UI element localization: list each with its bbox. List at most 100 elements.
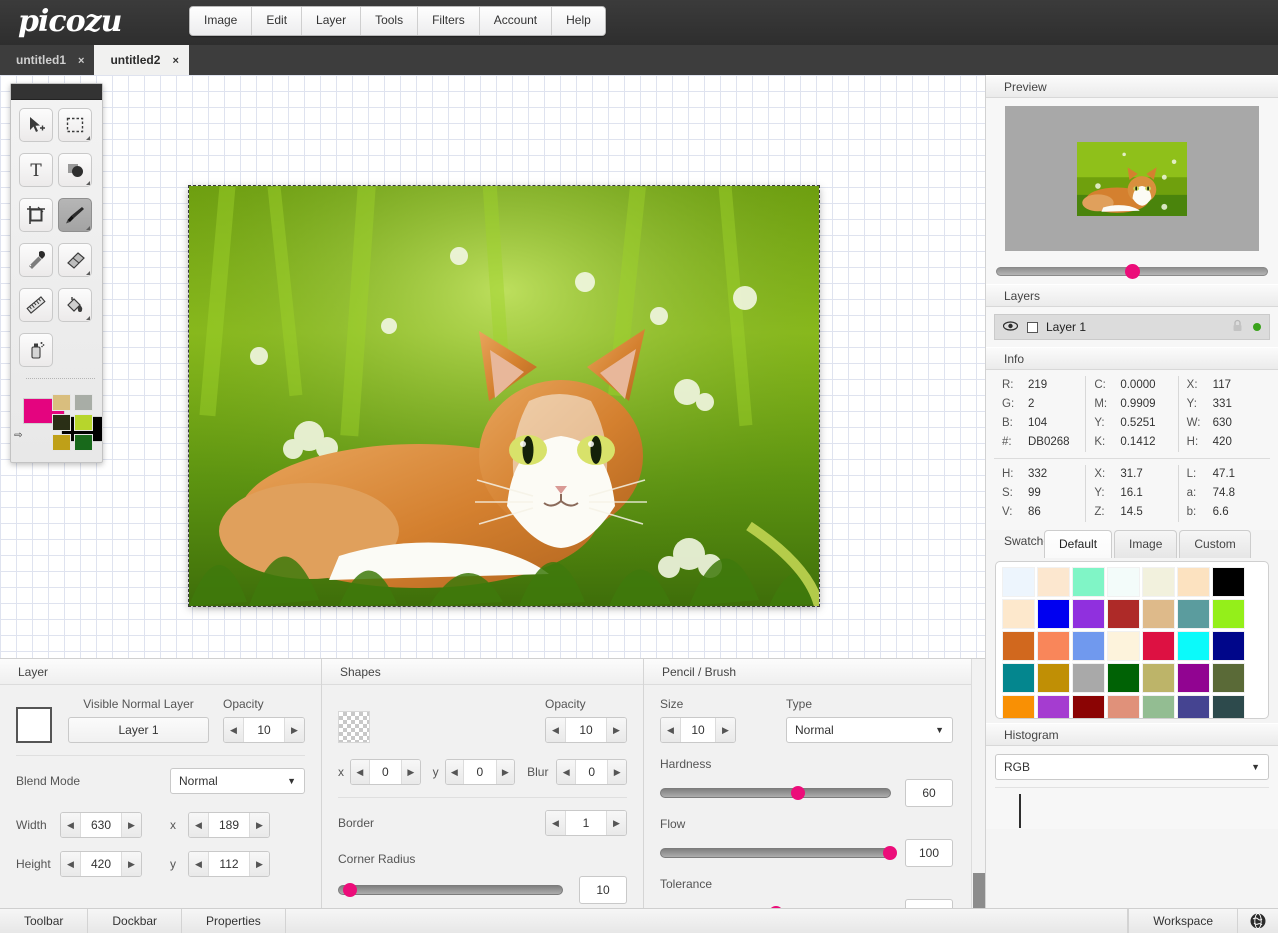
- toolbox-drag-handle[interactable]: [11, 84, 102, 100]
- stepper-decrement-icon[interactable]: ◀: [61, 852, 81, 876]
- brush-hardness-slider[interactable]: [660, 786, 891, 800]
- recent-color-swatch[interactable]: [52, 434, 71, 451]
- brush-size-value[interactable]: 10: [681, 718, 715, 742]
- color-swatch[interactable]: [1177, 663, 1210, 693]
- color-swatch[interactable]: [1177, 599, 1210, 629]
- color-swatch[interactable]: [1072, 599, 1105, 629]
- layer-y-stepper[interactable]: ◀ 112 ▶: [188, 851, 270, 877]
- stepper-decrement-icon[interactable]: ◀: [224, 718, 244, 742]
- swatches-tab-custom[interactable]: Custom: [1179, 530, 1251, 558]
- color-swatch[interactable]: [1037, 567, 1070, 597]
- color-swatch[interactable]: [1212, 567, 1245, 597]
- color-swatch[interactable]: [1142, 663, 1175, 693]
- stepper-increment-icon[interactable]: ▶: [606, 718, 626, 742]
- rect-select-tool[interactable]: [58, 108, 92, 142]
- layer-x-stepper[interactable]: ◀ 189 ▶: [188, 812, 270, 838]
- stepper-increment-icon[interactable]: ▶: [249, 852, 269, 876]
- paint-bucket-tool[interactable]: [58, 288, 92, 322]
- stepper-decrement-icon[interactable]: ◀: [546, 718, 566, 742]
- shape-opacity-stepper[interactable]: ◀ 10 ▶: [545, 717, 627, 743]
- shape-x-stepper[interactable]: ◀ 0 ▶: [350, 759, 421, 785]
- text-tool[interactable]: T: [19, 153, 53, 187]
- preview-zoom-slider[interactable]: [996, 264, 1268, 279]
- recent-color-swatch[interactable]: [74, 434, 93, 451]
- color-swatch[interactable]: [1002, 631, 1035, 661]
- stepper-increment-icon[interactable]: ▶: [606, 811, 626, 835]
- color-swatch[interactable]: [1072, 663, 1105, 693]
- color-swatch[interactable]: [1212, 695, 1245, 718]
- stepper-decrement-icon[interactable]: ◀: [61, 813, 81, 837]
- corner-radius-value[interactable]: 10: [579, 876, 627, 904]
- color-swatch[interactable]: [1142, 567, 1175, 597]
- histogram-channel-select[interactable]: RGB ▼: [995, 754, 1269, 780]
- recent-color-swatch[interactable]: [52, 394, 71, 411]
- layer-y-value[interactable]: 112: [209, 852, 249, 876]
- stepper-decrement-icon[interactable]: ◀: [189, 852, 209, 876]
- color-swatch[interactable]: [1072, 631, 1105, 661]
- tab-untitled1[interactable]: untitled1 ×: [0, 45, 94, 75]
- layer-opacity-stepper[interactable]: ◀ 10 ▶: [223, 717, 305, 743]
- color-swatch[interactable]: [1107, 631, 1140, 661]
- shape-opacity-value[interactable]: 10: [566, 718, 606, 742]
- menu-item-tools[interactable]: Tools: [361, 7, 419, 35]
- layer-opacity-value[interactable]: 10: [244, 718, 284, 742]
- color-swatch[interactable]: [1037, 631, 1070, 661]
- brush-hardness-knob[interactable]: [791, 786, 806, 800]
- preview-zoom-knob[interactable]: [1125, 264, 1140, 279]
- brush-hardness-value[interactable]: 60: [905, 779, 953, 807]
- color-swatch[interactable]: [1072, 695, 1105, 718]
- shape-border-stepper[interactable]: ◀ 1 ▶: [545, 810, 627, 836]
- statusbar-toolbar-button[interactable]: Toolbar: [0, 909, 89, 933]
- stepper-decrement-icon[interactable]: ◀: [189, 813, 209, 837]
- swatches-tab-default[interactable]: Default: [1044, 530, 1113, 558]
- spray-can-tool[interactable]: [19, 333, 53, 367]
- recent-color-swatch[interactable]: [74, 394, 93, 411]
- color-swatch[interactable]: [1002, 599, 1035, 629]
- shape-blur-stepper[interactable]: ◀ 0 ▶: [556, 759, 627, 785]
- color-swatch[interactable]: [1142, 631, 1175, 661]
- color-swatch[interactable]: [1177, 567, 1210, 597]
- brush-flow-slider[interactable]: [660, 846, 897, 860]
- stepper-increment-icon[interactable]: ▶: [121, 852, 141, 876]
- stepper-increment-icon[interactable]: ▶: [715, 718, 735, 742]
- color-swatch[interactable]: [1107, 695, 1140, 718]
- statusbar-workspace-button[interactable]: Workspace: [1128, 909, 1238, 933]
- stepper-increment-icon[interactable]: ▶: [401, 760, 420, 784]
- color-swatch[interactable]: [1037, 695, 1070, 718]
- color-swatch[interactable]: [1142, 695, 1175, 718]
- color-swatch[interactable]: [1072, 567, 1105, 597]
- color-swatch[interactable]: [1212, 663, 1245, 693]
- color-swatch[interactable]: [1177, 695, 1210, 718]
- stepper-increment-icon[interactable]: ▶: [121, 813, 141, 837]
- brush-flow-knob[interactable]: [883, 846, 897, 860]
- brush-panel-scrollbar[interactable]: [971, 659, 985, 909]
- brush-tool[interactable]: [58, 198, 92, 232]
- layer-visibility-icon[interactable]: [1002, 320, 1019, 334]
- shape-x-value[interactable]: 0: [369, 760, 402, 784]
- recent-colors-list[interactable]: [52, 394, 96, 451]
- layer-width-value[interactable]: 630: [81, 813, 121, 837]
- color-swatch[interactable]: [1037, 599, 1070, 629]
- color-swatch[interactable]: [1107, 599, 1140, 629]
- tab-untitled2[interactable]: untitled2 ×: [94, 45, 189, 75]
- menu-item-image[interactable]: Image: [190, 7, 253, 35]
- menu-item-layer[interactable]: Layer: [302, 7, 362, 35]
- swatches-grid[interactable]: [1001, 566, 1263, 718]
- brush-size-stepper[interactable]: ◀ 10 ▶: [660, 717, 736, 743]
- tab-close-icon[interactable]: ×: [172, 55, 178, 67]
- eraser-tool[interactable]: [58, 243, 92, 277]
- layer-x-value[interactable]: 189: [209, 813, 249, 837]
- tool-expand-corner-icon[interactable]: [86, 271, 90, 275]
- color-swatch[interactable]: [1002, 663, 1035, 693]
- stepper-decrement-icon[interactable]: ◀: [546, 811, 566, 835]
- color-swatch[interactable]: [1002, 695, 1035, 718]
- color-swatch[interactable]: [1002, 567, 1035, 597]
- stepper-increment-icon[interactable]: ▶: [495, 760, 515, 784]
- color-swatch[interactable]: [1212, 599, 1245, 629]
- stepper-increment-icon[interactable]: ▶: [284, 718, 304, 742]
- stepper-decrement-icon[interactable]: ◀: [351, 760, 370, 784]
- tool-expand-corner-icon[interactable]: [86, 181, 90, 185]
- eyedropper-tool[interactable]: [19, 243, 53, 277]
- shapes-tool[interactable]: [58, 153, 92, 187]
- tool-expand-corner-icon[interactable]: [86, 136, 90, 140]
